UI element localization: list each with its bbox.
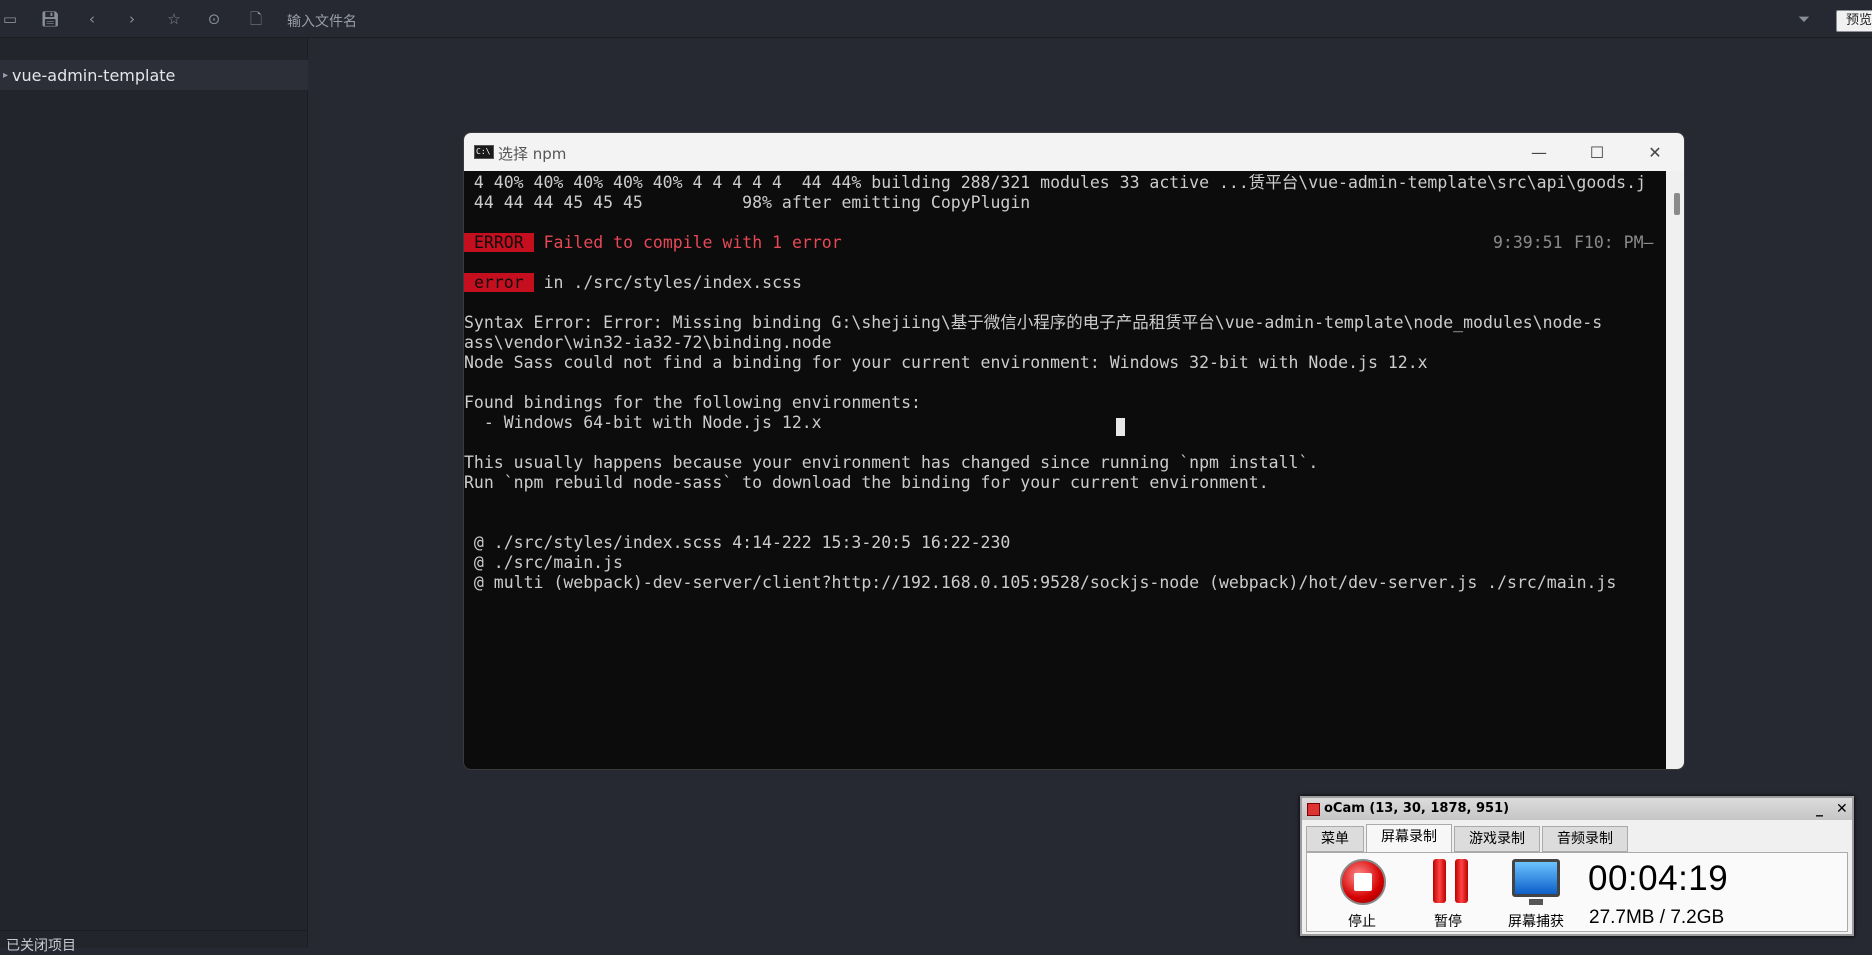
monitor-icon [1512, 859, 1560, 897]
recording-size: 27.7MB / 7.2GB [1589, 907, 1725, 928]
tab-audio-record[interactable]: 音频录制 [1542, 826, 1628, 852]
top-toolbar: ▭ 💾︎ ‹ › ☆ ⊙ 🗋︎ 输入文件名 ⏷ 预览 [0, 0, 1872, 38]
forward-icon[interactable]: › [122, 9, 142, 29]
back-icon[interactable]: ‹ [82, 9, 102, 29]
console-title: 选择 npm [498, 145, 567, 163]
close-file-icon[interactable]: ▭ [0, 9, 20, 29]
console-line: - Windows 64-bit with Node.js 12.x [464, 413, 822, 432]
console-line: This usually happens because your enviro… [464, 453, 1319, 472]
console-ime-status: F10: PM— [1574, 233, 1654, 252]
stop-icon [1340, 859, 1386, 905]
console-line: Node Sass could not find a binding for y… [464, 353, 1428, 372]
console-line-error: ERROR Failed to compile with 1 error [464, 233, 842, 253]
console-line: Syntax Error: Error: Missing binding G:\… [464, 313, 1603, 332]
ocam-close-button[interactable]: ✕ [1836, 799, 1848, 819]
tab-menu[interactable]: 菜单 [1306, 826, 1364, 852]
pause-label: 暂停 [1434, 914, 1462, 930]
maximize-button[interactable]: ☐ [1568, 133, 1626, 171]
ocam-minimize-button[interactable]: _ [1816, 799, 1823, 819]
console-output[interactable]: 4 40% 40% 40% 40% 40% 4 4 4 4 4 44 44% b… [464, 171, 1666, 769]
monitor-stand-icon [1529, 899, 1543, 905]
console-line: @ ./src/styles/index.scss 4:14-222 15:3-… [464, 533, 1011, 552]
project-sidebar: ▸ vue-admin-template 已关闭项目 [0, 38, 308, 954]
file-search-icon[interactable]: 🗋︎ [246, 9, 266, 29]
console-line: 44 44 44 45 45 45 98% after emitting Cop… [464, 193, 1031, 212]
filter-icon[interactable]: ⏷ [1794, 9, 1814, 29]
console-app-icon: C:\ [474, 145, 494, 159]
tab-game-record[interactable]: 游戏录制 [1454, 826, 1540, 852]
error-badge-small: error [464, 273, 534, 292]
console-line-error-file: error in ./src/styles/index.scss [464, 273, 802, 293]
save-icon[interactable]: 💾︎ [40, 9, 60, 29]
ocam-title: oCam (13, 30, 1878, 951) [1324, 801, 1510, 816]
star-icon[interactable]: ☆ [164, 9, 184, 29]
console-scrollbar[interactable] [1666, 171, 1684, 769]
close-button[interactable]: ✕ [1626, 133, 1684, 171]
ocam-tabs: 菜单 屏幕录制 游戏录制 音频录制 [1306, 824, 1630, 852]
error-badge: ERROR [464, 233, 534, 252]
stop-label: 停止 [1348, 914, 1376, 930]
text-cursor [1116, 418, 1125, 436]
ocam-titlebar[interactable]: oCam (13, 30, 1878, 951) _ ✕ [1302, 798, 1852, 820]
console-line: 4 40% 40% 40% 40% 40% 4 4 4 4 4 44 44% b… [464, 173, 1646, 192]
minimize-button[interactable]: — [1510, 133, 1568, 171]
console-line: ass\vendor\win32-ia32-72\binding.node [464, 333, 832, 352]
console-line: @ ./src/main.js [464, 553, 623, 572]
scrollbar-thumb[interactable] [1674, 193, 1680, 215]
stop-button[interactable]: 停止 [1327, 855, 1397, 930]
preview-button[interactable]: 预览 [1836, 10, 1872, 32]
ocam-logo-icon [1307, 803, 1320, 816]
file-search-input[interactable]: 输入文件名 [287, 11, 357, 31]
console-titlebar[interactable]: C:\ 选择 npm — ☐ ✕ [464, 133, 1684, 171]
recording-time: 00:04:19 [1588, 859, 1729, 898]
npm-console-window[interactable]: C:\ 选择 npm — ☐ ✕ 4 40% 40% 40% 40% 40% 4… [463, 132, 1685, 770]
capture-label: 屏幕捕获 [1508, 914, 1564, 930]
run-icon[interactable]: ⊙ [204, 9, 224, 29]
pause-icon [1433, 859, 1473, 905]
ocam-controls: 停止 暂停 屏幕捕获 00:04:19 27.7MB / 7.2GB [1306, 852, 1848, 932]
closed-projects-section[interactable]: 已关闭项目 [0, 930, 308, 954]
expand-arrow-icon[interactable]: ▸ [3, 70, 8, 81]
pause-button[interactable]: 暂停 [1413, 855, 1483, 930]
console-line: Found bindings for the following environ… [464, 393, 921, 412]
ocam-window[interactable]: oCam (13, 30, 1878, 951) _ ✕ 菜单 屏幕录制 游戏录… [1300, 796, 1854, 936]
console-line: @ multi (webpack)-dev-server/client?http… [464, 573, 1617, 592]
console-line: Run `npm rebuild node-sass` to download … [464, 473, 1269, 492]
sidebar-item-project[interactable]: ▸ vue-admin-template [0, 60, 308, 90]
screen-capture-button[interactable]: 屏幕捕获 [1501, 855, 1571, 930]
project-name: vue-admin-template [12, 65, 176, 85]
error-message: Failed to compile with 1 error [543, 233, 842, 252]
tab-screen-record[interactable]: 屏幕录制 [1366, 824, 1452, 852]
error-file: in ./src/styles/index.scss [543, 273, 802, 292]
console-timestamp: 9:39:51 [1493, 233, 1573, 252]
